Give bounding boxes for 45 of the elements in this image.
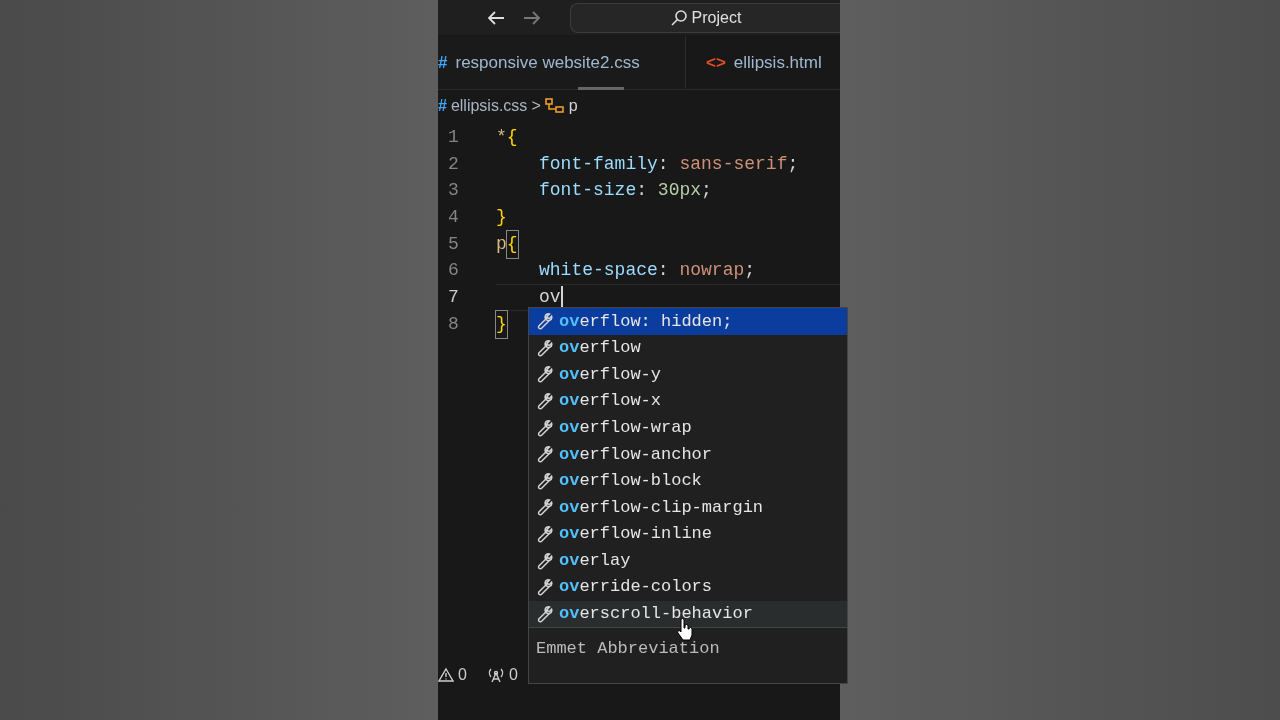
breadcrumb-separator: >: [531, 96, 541, 116]
breadcrumb-item[interactable]: p: [568, 94, 578, 118]
code-line: font-size: 30px;: [538, 179, 713, 203]
css-file-icon: #: [438, 94, 447, 118]
suggestion-item[interactable]: overflow-anchor: [529, 440, 847, 468]
suggestion-item[interactable]: overflow-block: [529, 467, 847, 495]
suggestion-item[interactable]: overlay: [529, 547, 847, 574]
search-field[interactable]: Project: [570, 2, 840, 33]
line-number: 3: [447, 179, 460, 203]
search-icon: [669, 8, 688, 27]
line-number: 5: [447, 232, 460, 256]
suggestion-item[interactable]: overflow: hidden;: [529, 308, 847, 335]
suggestion-item[interactable]: overflow-x: [529, 387, 847, 415]
ports-status[interactable]: 0: [486, 663, 518, 687]
warnings-status[interactable]: 0: [438, 663, 467, 687]
line-number: 2: [447, 152, 460, 176]
code-line: }: [496, 205, 508, 229]
suggestion-item[interactable]: overscroll-behavior: [529, 600, 847, 628]
code-line: p{: [496, 230, 840, 258]
css-file-icon: #: [438, 49, 448, 76]
forward-arrow-icon[interactable]: [522, 8, 542, 27]
symbol-icon: [544, 97, 565, 115]
suggestion-item[interactable]: overflow-y: [529, 361, 847, 388]
suggestion-item[interactable]: override-colors: [529, 573, 847, 601]
line-number: 4: [447, 205, 460, 229]
suggestion-item[interactable]: overflow-inline: [529, 520, 847, 548]
code-line: *{: [496, 125, 519, 149]
antenna-icon: [486, 667, 505, 683]
suggestion-item[interactable]: overflow-clip-margin: [529, 494, 847, 521]
code-line: white-space: nowrap;: [538, 259, 757, 283]
line-number: 8: [447, 312, 460, 336]
suggestion-detail: Emmet Abbreviation: [536, 639, 720, 659]
back-arrow-icon[interactable]: [486, 8, 506, 27]
code-line: font-family: sans-serif;: [538, 152, 800, 176]
html-file-icon: <>: [706, 49, 726, 76]
editor-tab[interactable]: # responsive website2.css: [438, 36, 686, 89]
breadcrumb-item[interactable]: ellipsis.css: [450, 94, 528, 118]
hand-pointer-icon: [677, 618, 693, 642]
warning-icon: [438, 667, 454, 683]
suggestion-item[interactable]: overflow-wrap: [529, 414, 847, 441]
line-number: 7: [447, 285, 460, 309]
search-text: Project: [691, 7, 742, 28]
line-number: 6: [447, 259, 460, 283]
suggestion-item[interactable]: overflow: [529, 334, 847, 362]
line-number: 1: [447, 125, 460, 149]
